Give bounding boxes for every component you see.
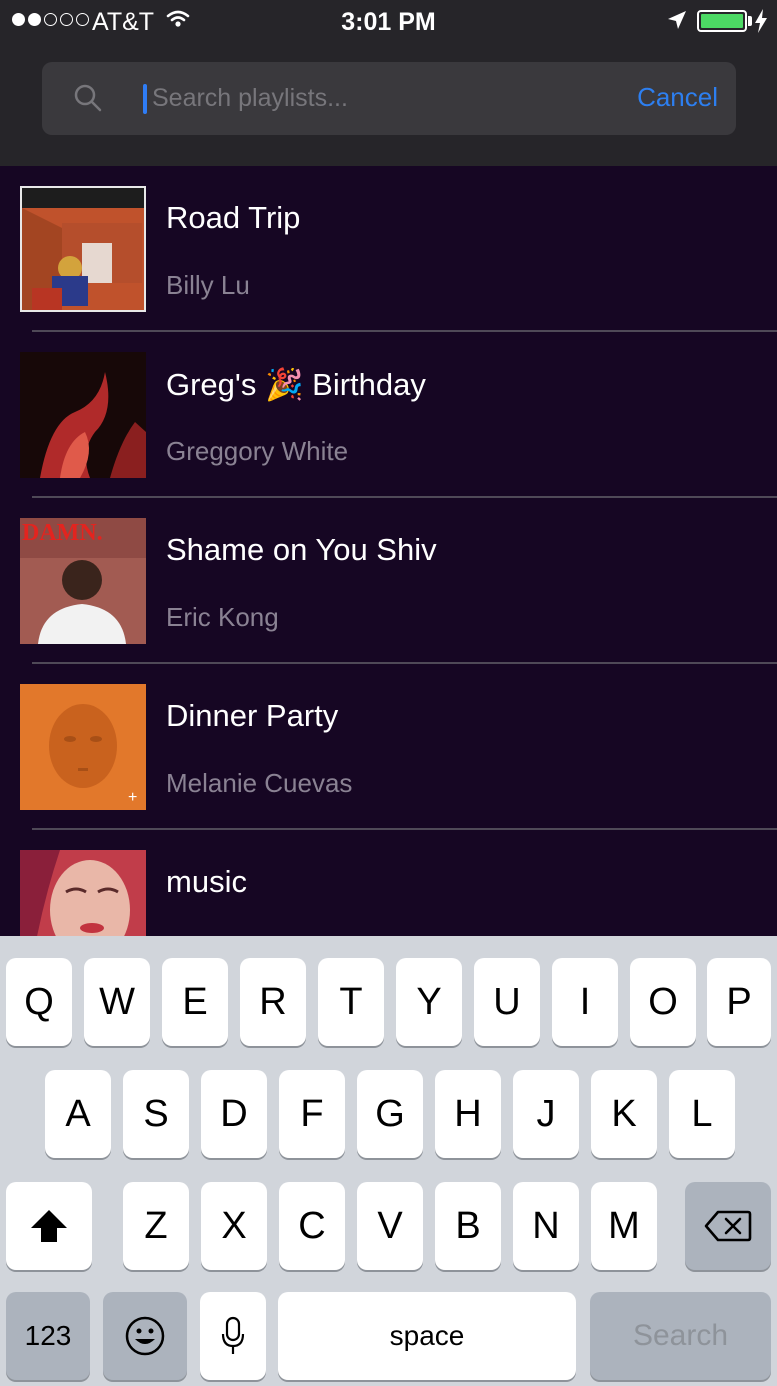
key-q[interactable]: Q (6, 958, 72, 1046)
playlist-row[interactable]: music (0, 830, 777, 936)
key-m[interactable]: M (591, 1182, 657, 1270)
key-p[interactable]: P (707, 958, 771, 1046)
playlist-title: Greg's 🎉 Birthday (166, 367, 426, 402)
playlist-owner: Billy Lu (166, 270, 250, 300)
key-g[interactable]: G (357, 1070, 423, 1158)
key-d[interactable]: D (201, 1070, 267, 1158)
album-art: DAMN. (20, 518, 146, 644)
shift-arrow-icon (31, 1210, 67, 1242)
battery-tip (748, 16, 752, 26)
clock: 3:01 PM (341, 8, 436, 36)
search-icon (74, 84, 102, 112)
album-art-text: DAMN. (22, 520, 103, 546)
emoji-key[interactable] (103, 1292, 187, 1380)
album-art (20, 186, 146, 312)
dictation-key[interactable] (200, 1292, 266, 1380)
playlist-row[interactable]: Road Trip Billy Lu (0, 166, 777, 332)
playlist-owner: Eric Kong (166, 602, 279, 632)
playlist-row[interactable]: + Dinner Party Melanie Cuevas (0, 664, 777, 830)
key-w[interactable]: W (84, 958, 150, 1046)
cancel-button[interactable]: Cancel (637, 82, 718, 113)
key-r[interactable]: R (240, 958, 306, 1046)
key-x[interactable]: X (201, 1182, 267, 1270)
key-a[interactable]: A (45, 1070, 111, 1158)
text-cursor (143, 84, 147, 114)
header: AT&T 3:01 PM Cancel (0, 0, 777, 166)
key-y[interactable]: Y (396, 958, 462, 1046)
backspace-icon (704, 1210, 752, 1242)
key-v[interactable]: V (357, 1182, 423, 1270)
playlist-title: Road Trip (166, 200, 301, 235)
emoji-icon (125, 1316, 165, 1356)
status-bar: AT&T 3:01 PM (0, 0, 777, 42)
search-input[interactable] (152, 78, 632, 118)
svg-text:+: + (128, 789, 137, 806)
keyboard: Q W E R T Y U I O P A S D F G H J K L Z … (0, 936, 777, 1386)
key-z[interactable]: Z (123, 1182, 189, 1270)
location-arrow-icon (668, 11, 686, 29)
charging-bolt-icon (755, 9, 767, 33)
key-e[interactable]: E (162, 958, 228, 1046)
space-key[interactable]: space (278, 1292, 576, 1380)
key-l[interactable]: L (669, 1070, 735, 1158)
key-k[interactable]: K (591, 1070, 657, 1158)
search-bar: Cancel (42, 62, 736, 135)
playlist-owner: Melanie Cuevas (166, 768, 353, 798)
key-i[interactable]: I (552, 958, 618, 1046)
playlist-row[interactable]: DAMN. Shame on You Shiv Eric Kong (0, 498, 777, 664)
playlist-owner: Greggory White (166, 436, 349, 466)
playlist-title: music (166, 864, 247, 899)
delete-key[interactable] (685, 1182, 771, 1270)
microphone-icon (221, 1316, 245, 1354)
key-n[interactable]: N (513, 1182, 579, 1270)
key-f[interactable]: F (279, 1070, 345, 1158)
album-art: + (20, 684, 146, 810)
key-j[interactable]: J (513, 1070, 579, 1158)
key-o[interactable]: O (630, 958, 696, 1046)
album-art (20, 352, 146, 478)
playlist-title: Dinner Party (166, 698, 339, 733)
key-b[interactable]: B (435, 1182, 501, 1270)
key-c[interactable]: C (279, 1182, 345, 1270)
search-key[interactable]: Search (590, 1292, 771, 1380)
key-h[interactable]: H (435, 1070, 501, 1158)
key-u[interactable]: U (474, 958, 540, 1046)
playlist-row[interactable]: Greg's 🎉 Birthday Greggory White (0, 332, 777, 498)
playlist-title: Shame on You Shiv (166, 532, 437, 567)
key-s[interactable]: S (123, 1070, 189, 1158)
battery-icon (697, 10, 747, 32)
album-art (20, 850, 146, 936)
playlist-list: Road Trip Billy Lu Greg's 🎉 Birthday Gre… (0, 166, 777, 936)
numbers-key[interactable]: 123 (6, 1292, 90, 1380)
key-t[interactable]: T (318, 958, 384, 1046)
shift-key[interactable] (6, 1182, 92, 1270)
